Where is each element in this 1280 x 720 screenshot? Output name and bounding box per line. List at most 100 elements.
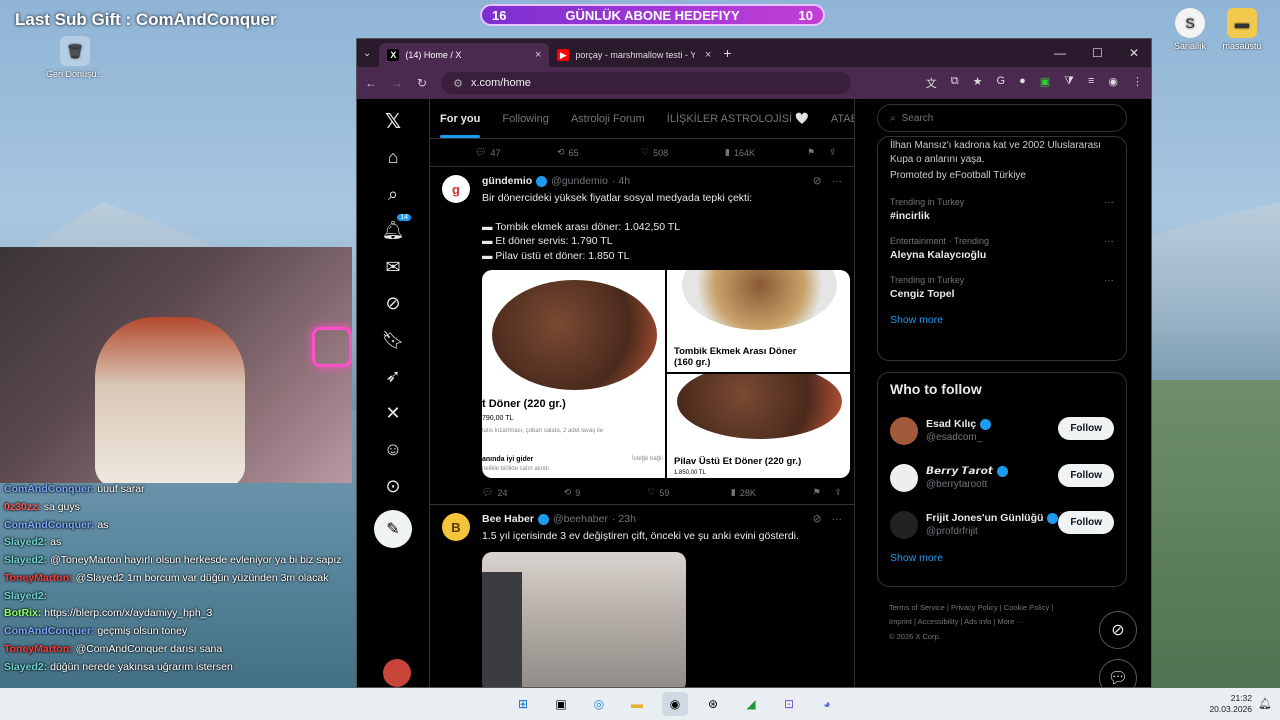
repost-button[interactable]: ⟲ 65 bbox=[557, 147, 641, 158]
chat-username[interactable]: Slayed2: bbox=[4, 536, 47, 548]
obs-icon[interactable]: ⊛ bbox=[700, 692, 726, 716]
chat-username[interactable]: ComAndConquer: bbox=[4, 483, 94, 495]
timeline-tab[interactable]: Astroloji Forum bbox=[571, 113, 645, 125]
beehaber-avatar[interactable]: B bbox=[442, 513, 470, 541]
reply-button[interactable]: 💬︎ 24 bbox=[482, 487, 564, 498]
premium-x-icon[interactable]: ✕ bbox=[375, 395, 411, 431]
jobs-rocket-icon[interactable]: ➶ bbox=[375, 359, 411, 395]
timeline-tab[interactable]: Following bbox=[502, 113, 548, 125]
messages-icon[interactable]: ✉ bbox=[375, 249, 411, 285]
edge-icon[interactable]: ◎ bbox=[586, 692, 612, 716]
tab-youtube[interactable]: ▶ porçay - marshmallow testi - YouT × bbox=[549, 43, 719, 67]
suggestion-name[interactable]: Esad Kılıç bbox=[926, 418, 976, 430]
reload-icon[interactable]: ↻ bbox=[417, 76, 427, 90]
suggestion-avatar[interactable] bbox=[890, 510, 918, 539]
discord-icon[interactable]: ◕ bbox=[814, 692, 840, 716]
tweet-gundemio[interactable]: g gündemio @gundemio · 4h ⊘ ··· Bir döner… bbox=[430, 167, 854, 505]
tweet-author-name[interactable]: gündemio bbox=[482, 175, 532, 187]
bookmark-star-icon[interactable]: ★ bbox=[973, 75, 983, 91]
chat-username[interactable]: Slayed2: bbox=[4, 554, 47, 566]
suggestion-avatar[interactable] bbox=[890, 463, 918, 492]
extension-translate-icon[interactable]: G bbox=[997, 75, 1006, 91]
repost-button[interactable]: ⟲ 9 bbox=[564, 487, 648, 498]
chat-username[interactable]: BotRix: bbox=[4, 607, 41, 619]
suggestion-name[interactable]: Frijit Jones'un Günlüğü bbox=[926, 512, 1043, 524]
media-image[interactable]: Tombik Ekmek Arası Döner (160 gr.) bbox=[667, 269, 850, 372]
media-image[interactable]: t Döner (220 gr.) 790,00 TL tatis kızart… bbox=[482, 269, 665, 478]
trend-item[interactable]: Trending in Turkey #incirlik ··· bbox=[890, 197, 1114, 222]
more-dots-icon[interactable]: ··· bbox=[1104, 236, 1114, 247]
extension-icon[interactable]: ● bbox=[1019, 75, 1026, 91]
views-button[interactable]: ▮ 28K bbox=[731, 487, 813, 498]
timeline-tab[interactable]: ATABAR bbox=[831, 113, 854, 125]
chat-username[interactable]: Slayed2: bbox=[4, 590, 47, 602]
chat-username[interactable]: 0z30zz: bbox=[4, 501, 41, 513]
post-button[interactable]: ✎ bbox=[374, 510, 412, 548]
system-clock[interactable]: 21:32 20.03.2026 bbox=[1209, 693, 1252, 715]
trend-item[interactable]: Trending in Turkey Cengiz Topel ··· bbox=[890, 275, 1114, 300]
share-icon[interactable]: ⇪ bbox=[829, 147, 837, 158]
grok-icon[interactable]: ⊘ bbox=[813, 513, 822, 525]
extensions-puzzle-icon[interactable]: ⧩ bbox=[1064, 75, 1074, 91]
show-more-link[interactable]: Show more bbox=[890, 314, 1114, 326]
minimize-icon[interactable]: — bbox=[1054, 46, 1066, 60]
desktop-recycle-bin[interactable]: 🗑 Geri Dönüşü... bbox=[45, 36, 105, 79]
more-dots-icon[interactable]: ··· bbox=[1104, 275, 1114, 286]
tweet-beehaber[interactable]: B Bee Haber @beehaber · 23h ⊘ ··· 1.5 yıl… bbox=[430, 505, 854, 687]
desktop-icon-sanallik[interactable]: S Sanallık bbox=[1160, 8, 1220, 51]
chat-username[interactable]: Slayed2: bbox=[4, 661, 47, 673]
close-tab-icon[interactable]: × bbox=[705, 49, 711, 61]
media-icon[interactable]: ≡ bbox=[1088, 75, 1094, 91]
timeline-tab[interactable]: For you bbox=[440, 113, 481, 138]
more-dots-icon[interactable]: ··· bbox=[1104, 197, 1114, 208]
game-icon[interactable]: ◢ bbox=[738, 692, 764, 716]
chat-username[interactable]: ComAndConquer: bbox=[4, 519, 94, 531]
suggestion-name[interactable]: 𝘽𝙚𝙧𝙧𝙮 𝙏𝙖𝙧𝙤𝙩 bbox=[926, 465, 993, 477]
chat-username[interactable]: ToneyMarton: bbox=[4, 572, 73, 584]
tweet-media-grid[interactable]: t Döner (220 gr.) 790,00 TL tatis kızart… bbox=[482, 269, 850, 478]
views-button[interactable]: ▮ 164K bbox=[725, 147, 807, 158]
home-icon[interactable]: ⌂ bbox=[375, 140, 411, 176]
install-icon[interactable]: ⧉ bbox=[951, 75, 959, 91]
follow-suggestion[interactable]: Esad Kılıç @esadcom_ Follow bbox=[890, 407, 1114, 454]
follow-button[interactable]: Follow bbox=[1058, 511, 1114, 534]
menu-dots-icon[interactable]: ⋮ bbox=[1132, 75, 1143, 91]
footer-line[interactable]: Terms of Service | Privacy Policy | Cook… bbox=[889, 601, 1129, 615]
timeline-tab[interactable]: İLİŞKİLER ASTROLOJİSİ 🤍 bbox=[667, 112, 809, 125]
like-button[interactable]: ♡ 508 bbox=[641, 147, 725, 158]
profile-person-icon[interactable]: ☺ bbox=[375, 432, 411, 468]
footer-line[interactable]: Imprint | Accessibility | Ads info | Mor… bbox=[889, 615, 1129, 629]
tweet-time[interactable]: · 4h bbox=[612, 175, 630, 187]
explore-search-icon[interactable]: ⌕ bbox=[375, 176, 411, 212]
account-avatar[interactable] bbox=[383, 659, 411, 687]
gundemio-avatar[interactable]: g bbox=[442, 175, 470, 203]
site-info-icon[interactable]: ⚙ bbox=[453, 77, 463, 90]
show-more-link[interactable]: Show more bbox=[890, 552, 1114, 564]
tweet-handle[interactable]: @gundemio bbox=[551, 175, 608, 187]
notification-icon[interactable]: 🔔︎ bbox=[1258, 697, 1272, 710]
notifications-bell-icon[interactable]: 🔔︎ 14 bbox=[375, 213, 411, 249]
grok-icon[interactable]: ⊘ bbox=[813, 175, 822, 187]
x-logo-icon[interactable]: 𝕏 bbox=[375, 103, 411, 139]
more-icon[interactable]: ⊙ bbox=[375, 468, 411, 504]
profile-icon[interactable]: ◉ bbox=[1108, 75, 1118, 91]
new-tab-icon[interactable]: + bbox=[723, 45, 731, 61]
grok-icon[interactable]: ⊘ bbox=[375, 286, 411, 322]
follow-suggestion[interactable]: 𝘽𝙚𝙧𝙧𝙮 𝙏𝙖𝙧𝙤𝙩 @berrytaroott Follow bbox=[890, 454, 1114, 501]
windows-start-icon[interactable]: ⊞ bbox=[510, 692, 536, 716]
media-image[interactable]: Pilav Üstü Et Döner (220 gr.) 1.850,00 T… bbox=[667, 373, 850, 478]
trend-item[interactable]: Entertainment · Trending Aleyna Kalaycıoğ… bbox=[890, 236, 1114, 261]
close-tab-icon[interactable]: × bbox=[535, 49, 541, 61]
file-explorer-icon[interactable]: ▬ bbox=[624, 692, 650, 716]
bookmark-icon[interactable]: ⚑ bbox=[807, 147, 829, 158]
tab-search-icon[interactable]: ⌄ bbox=[363, 48, 371, 59]
chat-username[interactable]: ToneyMarton: bbox=[4, 643, 73, 655]
like-button[interactable]: ♡ 59 bbox=[647, 487, 731, 498]
app-icon[interactable]: ⊡ bbox=[776, 692, 802, 716]
promoted-text[interactable]: İlhan Mansız'ı kadrona kat ve 2002 Ulusl… bbox=[890, 139, 1114, 167]
url-field[interactable]: ⚙ x.com/home bbox=[441, 72, 852, 94]
tweet-author-name[interactable]: Bee Haber bbox=[482, 513, 534, 525]
back-icon[interactable]: ← bbox=[365, 76, 377, 90]
more-dots-icon[interactable]: ··· bbox=[832, 513, 843, 525]
task-view-icon[interactable]: ▣ bbox=[548, 692, 574, 716]
